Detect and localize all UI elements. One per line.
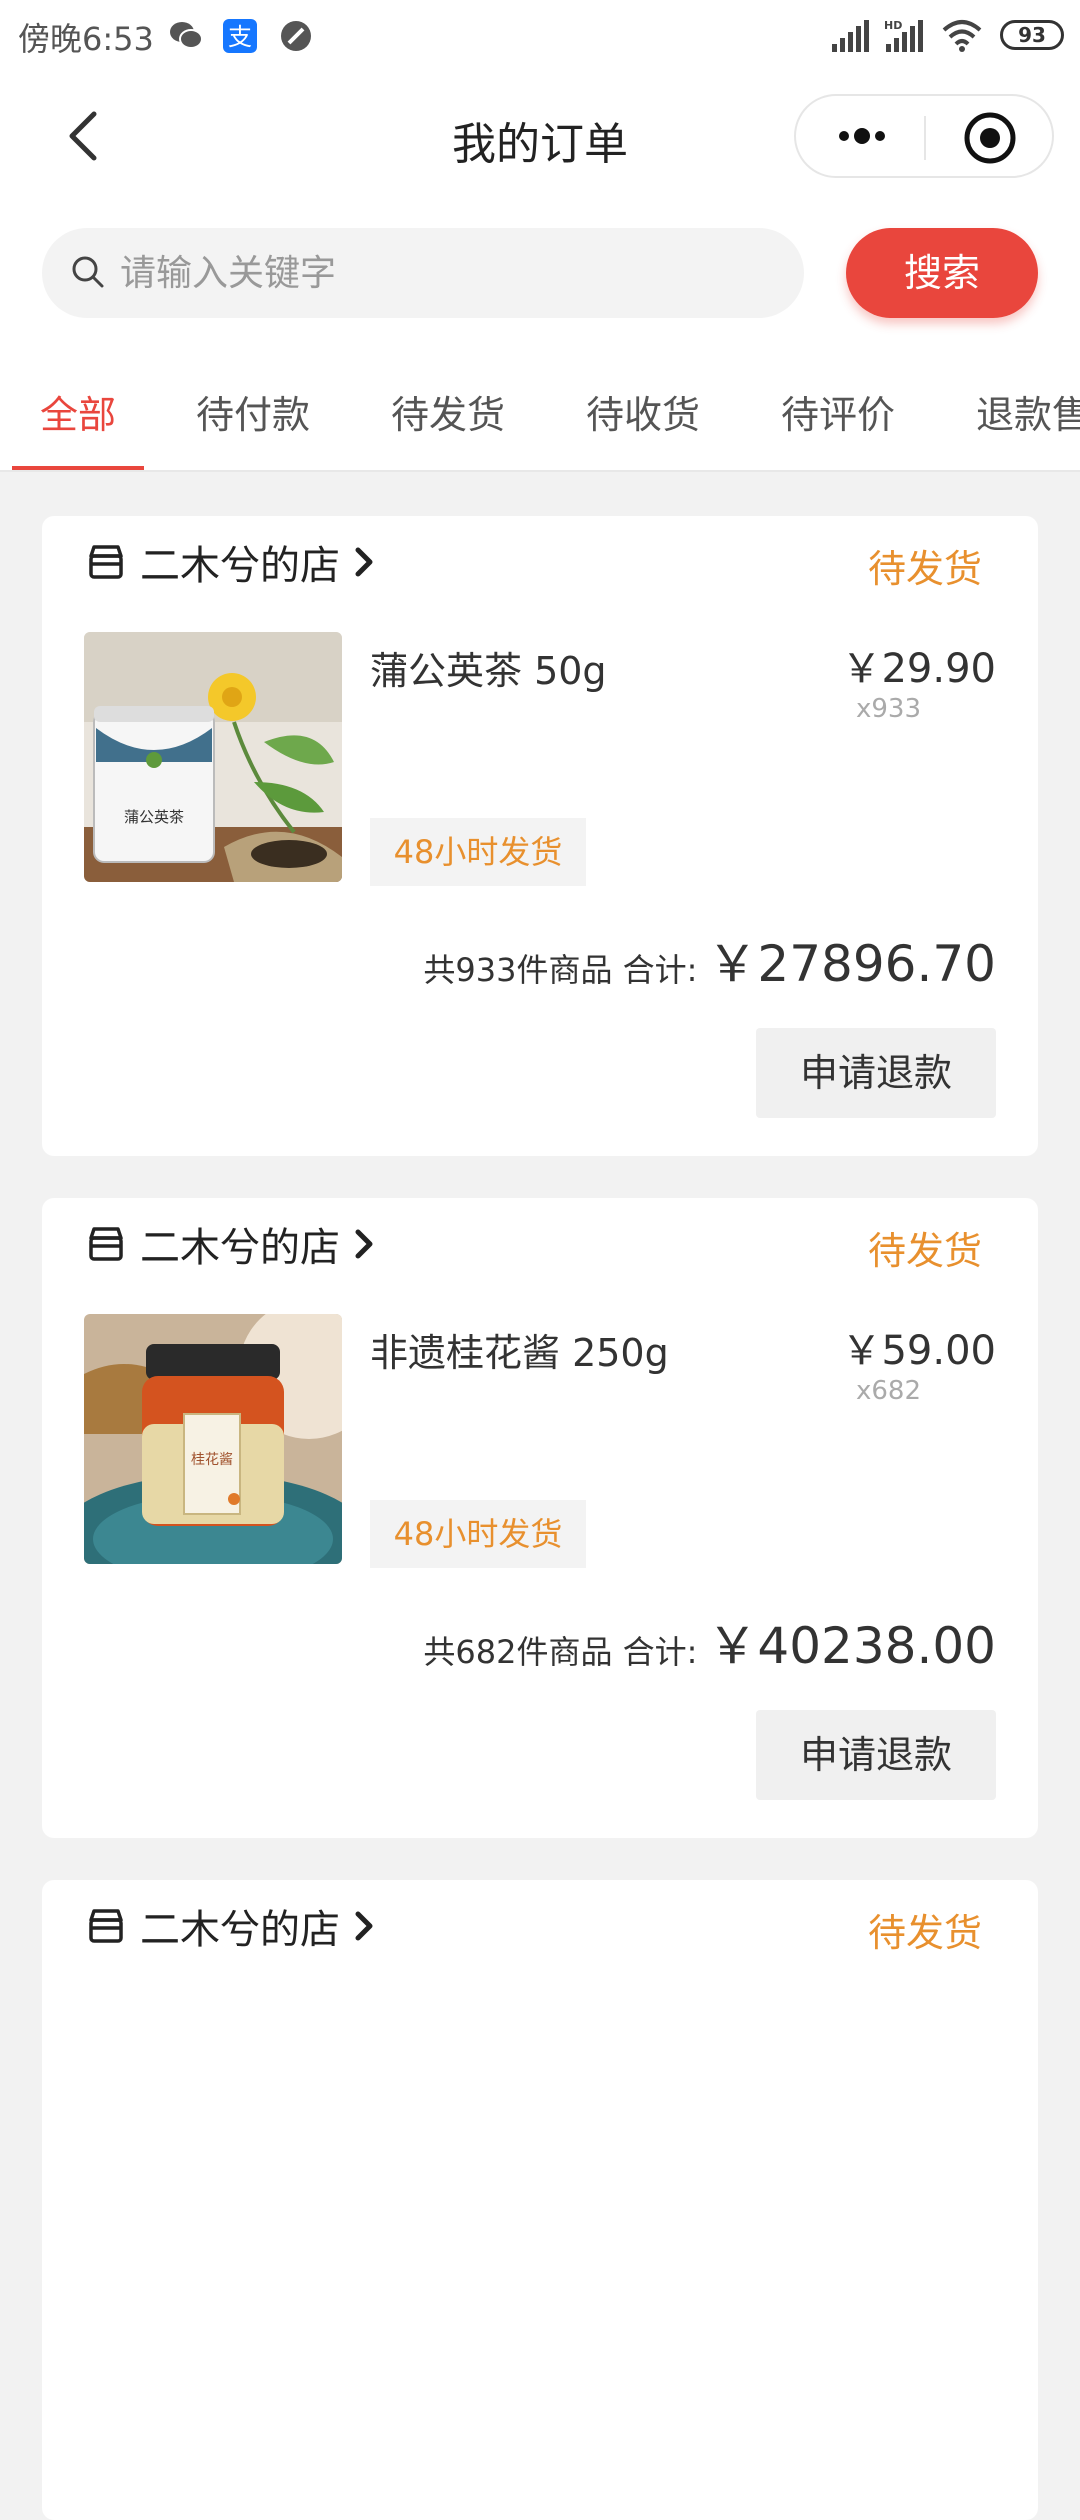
unit-price: ￥29.90 [841,646,996,692]
summary-label: 共682件商品 合计: [423,1633,698,1671]
order-status: 待发货 [867,1911,982,1955]
product-image[interactable]: 桂花酱 [84,1314,342,1564]
tab-pending-payment[interactable]: 待付款 [196,384,310,439]
shipping-tag: 48小时发货 [370,1500,586,1568]
order-summary: 共682件商品 合计: ￥40238.00 [423,1606,996,1678]
shop-link[interactable]: 二木兮的店 [86,1900,378,1953]
capsule-divider [924,116,926,160]
order-summary: 共933件商品 合计: ￥27896.70 [423,924,996,996]
svg-text:HD: HD [884,19,902,32]
wechat-icon [170,22,203,49]
summary-label: 共933件商品 合计: [423,951,698,989]
product-image[interactable]: 蒲公英茶 [84,632,342,882]
order-status: 待发货 [867,1229,982,1273]
quantity: x933 [856,694,922,724]
tab-pending-receipt[interactable]: 待收货 [586,384,700,439]
order-card: 二木兮的店 待发货 [42,1880,1038,2520]
refund-button[interactable]: 申请退款 [756,1028,996,1118]
active-tab-indicator [12,466,144,470]
more-icon[interactable] [830,112,894,160]
status-bar: 傍晚6:53 支 HD 93 [0,0,1080,70]
product-image-label: 蒲公英茶 [124,808,184,826]
tab-pending-shipment[interactable]: 待发货 [391,384,505,439]
signal-icon [832,20,869,52]
order-total: ￥40238.00 [707,1617,996,1675]
close-miniprogram-icon[interactable] [962,110,1018,166]
shop-name: 二木兮的店 [140,543,340,589]
alipay-icon: 支 [223,19,257,53]
search-box [42,228,804,318]
hd-signal-icon: HD [884,19,923,52]
order-tabs: 全部 待付款 待发货 待收货 待评价 退款售后 [0,370,1080,472]
nav-bar: 我的订单 [0,70,1080,202]
tab-pending-review[interactable]: 待评价 [781,384,895,439]
shop-name: 二木兮的店 [140,1907,340,1953]
chevron-right-icon [355,547,373,577]
search-icon [72,256,104,288]
order-card: 二木兮的店 待发货 桂花酱 非遗桂花酱 250g ￥59.00 x682 48小… [42,1198,1038,1838]
shop-icon [89,545,123,579]
quantity: x682 [856,1376,922,1406]
refund-button[interactable]: 申请退款 [756,1710,996,1800]
search-button[interactable]: 搜索 [846,228,1038,318]
battery-icon: 93 [1000,20,1064,50]
blocked-icon [281,21,311,51]
tab-refund-aftersale[interactable]: 退款售后 [976,384,1080,439]
wifi-icon [942,20,982,52]
product-name[interactable]: 非遗桂花酱 250g [370,1322,669,1377]
shop-link[interactable]: 二木兮的店 [86,1218,378,1271]
shop-link[interactable]: 二木兮的店 [86,536,378,589]
product-name[interactable]: 蒲公英茶 50g [370,640,607,695]
status-time: 傍晚6:53 [18,20,154,58]
search-input[interactable] [120,228,780,318]
chevron-right-icon [355,1229,373,1259]
product-image-label: 桂花酱 [191,1452,233,1468]
chevron-right-icon [355,1911,373,1941]
shop-icon [89,1909,123,1943]
order-total: ￥27896.70 [707,935,996,993]
shop-name: 二木兮的店 [140,1225,340,1271]
shop-icon [89,1227,123,1261]
miniprogram-capsule [794,94,1054,178]
shipping-tag: 48小时发货 [370,818,586,886]
tab-all[interactable]: 全部 [40,384,116,439]
order-card: 二木兮的店 待发货 蒲公英茶 蒲公英茶 50g ￥29.90 x933 48小时… [42,516,1038,1156]
svg-text:支: 支 [228,23,252,51]
order-status: 待发货 [867,547,982,591]
unit-price: ￥59.00 [841,1328,996,1374]
